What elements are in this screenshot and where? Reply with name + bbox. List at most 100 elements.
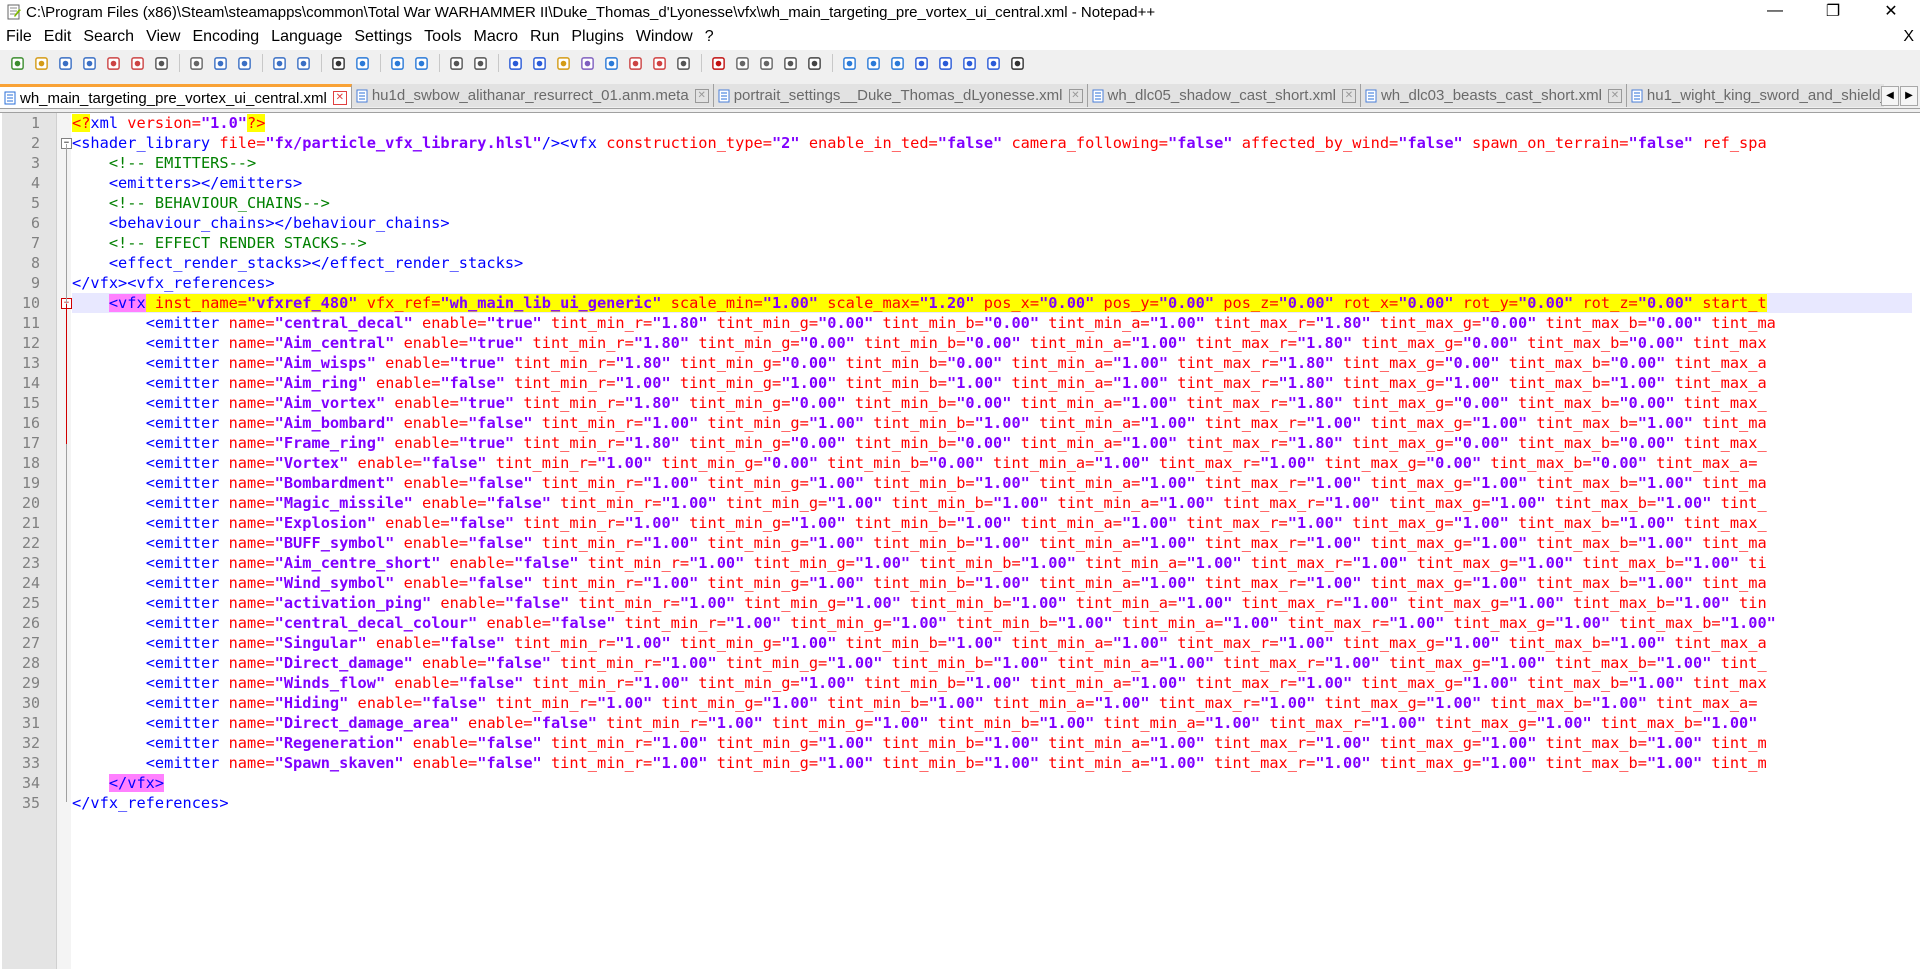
stop-macro-button[interactable] — [731, 52, 753, 74]
code-line[interactable]: <shader_library file="fx/particle_vfx_li… — [72, 133, 1912, 153]
code-line[interactable]: <emitter name="Aim_vortex" enable="true"… — [72, 393, 1912, 413]
menu-edit[interactable]: Edit — [38, 24, 78, 50]
menu-search[interactable]: Search — [77, 24, 140, 50]
close-document-button[interactable]: X — [1903, 24, 1914, 50]
code-line[interactable]: </vfx><vfx_references> — [72, 273, 1912, 293]
indent-guide-button[interactable] — [552, 52, 574, 74]
replace-button[interactable] — [351, 52, 373, 74]
code-line[interactable]: <emitter name="Winds_flow" enable="false… — [72, 673, 1912, 693]
user-language-button[interactable] — [576, 52, 598, 74]
code-line[interactable]: <emitter name="Aim_bombard" enable="fals… — [72, 413, 1912, 433]
redo-button[interactable] — [292, 52, 314, 74]
code-line[interactable]: <emitter name="Hiding" enable="false" ti… — [72, 693, 1912, 713]
tab-scroll-left-button[interactable]: ◀ — [1881, 86, 1899, 106]
code-line[interactable]: <emitter name="BUFF_symbol" enable="fals… — [72, 533, 1912, 553]
code-line[interactable]: <emitter name="Regeneration" enable="fal… — [72, 733, 1912, 753]
code-line[interactable]: <emitter name="Magic_missile" enable="fa… — [72, 493, 1912, 513]
clear-compare-button[interactable] — [862, 52, 884, 74]
cut-button[interactable] — [185, 52, 207, 74]
sync-horizontal-button[interactable] — [469, 52, 491, 74]
menu-window[interactable]: Window — [630, 24, 699, 50]
code-line[interactable]: <emitter name="central_decal_colour" ena… — [72, 613, 1912, 633]
editor[interactable]: 1 2 3 4 5 6 7 8 9 10 11 12 13 14 15 16 17 18 19 20 21 22 23 24 2… — [0, 112, 1920, 969]
code-line[interactable]: <emitter name="Spawn_skaven" enable="fal… — [72, 753, 1912, 773]
code-line[interactable]: <emitters></emitters> — [72, 173, 1912, 193]
close-tab-icon[interactable]: ✕ — [1341, 88, 1356, 103]
menu-language[interactable]: Language — [265, 24, 348, 50]
find-button[interactable] — [327, 52, 349, 74]
previous-diff-button[interactable] — [910, 52, 932, 74]
code-line[interactable]: <!-- EFFECT RENDER STACKS--> — [72, 233, 1912, 253]
menu-file[interactable]: File — [0, 24, 38, 50]
navigation-button[interactable] — [886, 52, 908, 74]
code-line[interactable]: <!-- EMITTERS--> — [72, 153, 1912, 173]
menu-settings[interactable]: Settings — [348, 24, 418, 50]
show-all-chars-button[interactable] — [528, 52, 550, 74]
tab-document[interactable]: hu1d_swbow_alithanar_resurrect_01.anm.me… — [351, 84, 714, 107]
code-line[interactable]: <emitter name="Wind_symbol" enable="fals… — [72, 573, 1912, 593]
word-wrap-button[interactable] — [504, 52, 526, 74]
code-line[interactable]: <emitter name="Direct_damage_area" enabl… — [72, 713, 1912, 733]
code-line[interactable]: <emitter name="Aim_central" enable="true… — [72, 333, 1912, 353]
code-line[interactable]: <emitter name="Direct_damage" enable="fa… — [72, 653, 1912, 673]
sync-vertical-button[interactable] — [445, 52, 467, 74]
code-line[interactable]: <emitter name="Singular" enable="false" … — [72, 633, 1912, 653]
function-list-button[interactable] — [624, 52, 646, 74]
save-all-button[interactable] — [78, 52, 100, 74]
record-macro-button[interactable] — [707, 52, 729, 74]
first-diff-button[interactable] — [958, 52, 980, 74]
code-line[interactable]: <emitter name="Aim_wisps" enable="true" … — [72, 353, 1912, 373]
code-line[interactable]: <emitter name="Bombardment" enable="fals… — [72, 473, 1912, 493]
menu-view[interactable]: View — [140, 24, 186, 50]
close-window-button[interactable]: ✕ — [1862, 0, 1920, 22]
fold-margin[interactable] — [57, 113, 71, 969]
code-line[interactable]: <behaviour_chains></behaviour_chains> — [72, 213, 1912, 233]
code-line[interactable]: <emitter name="Aim_ring" enable="false" … — [72, 373, 1912, 393]
copy-button[interactable] — [209, 52, 231, 74]
code-line[interactable]: <emitter name="Explosion" enable="false"… — [72, 513, 1912, 533]
settings-button[interactable] — [982, 52, 1004, 74]
zoom-out-button[interactable] — [410, 52, 432, 74]
hex-button[interactable] — [1006, 52, 1028, 74]
menu-tools[interactable]: Tools — [418, 24, 467, 50]
monitoring-button[interactable] — [672, 52, 694, 74]
tab-document[interactable]: wh_dlc03_beasts_cast_short.xml ✕ — [1360, 84, 1627, 107]
close-button[interactable] — [102, 52, 124, 74]
menu-macro[interactable]: Macro — [468, 24, 524, 50]
tab-active-document[interactable]: wh_main_targeting_pre_vortex_ui_central.… — [0, 84, 352, 108]
save-macro-button[interactable] — [803, 52, 825, 74]
code-line[interactable]: <emitter name="Frame_ring" enable="true"… — [72, 433, 1912, 453]
tab-document[interactable]: portrait_settings__Duke_Thomas_dLyonesse… — [713, 84, 1088, 107]
code-line[interactable]: <?xml version="1.0"?> — [72, 113, 1912, 133]
code-line[interactable]: <emitter name="central_decal" enable="tr… — [72, 313, 1912, 333]
compare-button[interactable] — [838, 52, 860, 74]
menu-plugins[interactable]: Plugins — [565, 24, 629, 50]
zoom-in-button[interactable] — [386, 52, 408, 74]
code-line[interactable]: <emitter name="activation_ping" enable="… — [72, 593, 1912, 613]
next-diff-button[interactable] — [934, 52, 956, 74]
undo-button[interactable] — [268, 52, 290, 74]
new-file-button[interactable] — [6, 52, 28, 74]
tab-document[interactable]: wh_dlc05_shadow_cast_short.xml ✕ — [1087, 84, 1361, 107]
code-line[interactable]: <emitter name="Aim_centre_short" enable=… — [72, 553, 1912, 573]
paste-button[interactable] — [233, 52, 255, 74]
code-line[interactable]: <effect_render_stacks></effect_render_st… — [72, 253, 1912, 273]
close-all-button[interactable] — [126, 52, 148, 74]
print-button[interactable] — [150, 52, 172, 74]
doc-map-button[interactable] — [600, 52, 622, 74]
maximize-button[interactable]: ❐ — [1804, 0, 1862, 22]
tab-document[interactable]: hu1_wight_king_sword_and_shield_vfx_pers… — [1626, 84, 1884, 107]
play-macro-button[interactable] — [755, 52, 777, 74]
code-line[interactable]: </vfx> — [72, 773, 1912, 793]
menu-run[interactable]: Run — [524, 24, 565, 50]
play-multiple-button[interactable] — [779, 52, 801, 74]
minimize-button[interactable]: — — [1746, 0, 1804, 22]
code-area[interactable]: <?xml version="1.0"?> <shader_library fil… — [72, 113, 1912, 969]
save-button[interactable] — [54, 52, 76, 74]
folder-workspace-button[interactable] — [648, 52, 670, 74]
close-tab-icon[interactable]: ✕ — [332, 91, 347, 105]
code-line[interactable]: <emitter name="Vortex" enable="false" ti… — [72, 453, 1912, 473]
code-line[interactable]: </vfx_references> — [72, 793, 1912, 813]
close-tab-icon[interactable]: ✕ — [694, 88, 709, 103]
menu-help[interactable]: ? — [699, 24, 720, 50]
